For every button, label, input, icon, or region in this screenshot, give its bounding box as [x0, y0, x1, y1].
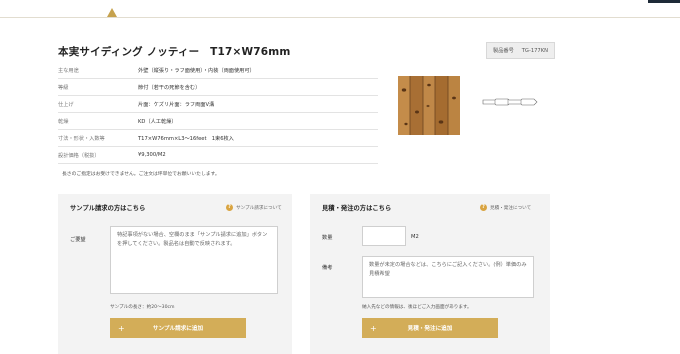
spec-key: 主な用途 — [58, 67, 79, 74]
product-code-badge: 製品番号 TG-177KN — [486, 42, 556, 59]
quote-info-link[interactable]: ? 見積・発注について — [480, 204, 531, 211]
spec-row: 乾燥 KD（人工乾燥） — [58, 113, 378, 130]
remarks-label: 備考 — [322, 265, 333, 271]
spec-key: 設計価格（税抜） — [58, 152, 100, 159]
question-circle-icon: ? — [226, 204, 233, 211]
sample-size-note: サンプルの長さ：約20～30cm — [110, 305, 175, 310]
spec-value: 節付（若干の死節を含む） — [138, 84, 201, 91]
spec-value: KD（人工乾燥） — [138, 118, 177, 125]
quantity-input[interactable] — [362, 226, 406, 246]
nav-divider — [0, 17, 680, 18]
spec-key: 寸法・形状・入数等 — [58, 135, 105, 142]
spec-row: 等級 節付（若干の死節を含む） — [58, 79, 378, 96]
note-text: 長さのご指定はお受けできません。ご注文は坪単位でお願いいたします。 — [62, 172, 220, 177]
plus-icon: + — [118, 323, 125, 333]
product-wood-image[interactable] — [398, 76, 460, 135]
spec-key: 仕上げ — [58, 101, 74, 108]
product-title: 本実サイディング ノッティー T17×W76mm — [58, 46, 291, 58]
quote-order-panel: 見積・発注の方はこちら ? 見積・発注について 数量 M2 備考 数量が未定の場… — [310, 194, 550, 354]
product-code-label: 製品番号 — [493, 48, 514, 54]
sample-request-textarea[interactable]: 特記事項がない場合、空欄のまま「サンプル請求に追加」ボタンを押してください。製品… — [110, 226, 278, 294]
spec-value: T17×W76mm×L3～16feet 1束6枚入 — [138, 135, 234, 142]
top-navigation-bar — [0, 0, 680, 18]
spec-key: 等級 — [58, 84, 69, 91]
sample-heading: サンプル請求の方はこちら — [70, 205, 146, 212]
plus-icon: + — [370, 323, 377, 333]
product-code-value: TG-177KN — [521, 47, 549, 54]
spec-value: ¥9,300/M2 — [138, 152, 166, 158]
profile-diagram — [482, 98, 538, 106]
spec-row: 仕上げ 片面：ケズリ片面：ラフ両面V溝 — [58, 96, 378, 113]
add-sample-button[interactable]: + サンプル請求に追加 — [110, 318, 246, 338]
request-field-label: ご要望 — [70, 237, 86, 243]
spec-row: 設計価格（税抜） ¥9,300/M2 — [58, 147, 378, 164]
spec-table: 主な用途 外壁（縦張り・ラフ面使用）・内装（両面使用可） 等級 節付（若干の死節… — [58, 62, 378, 164]
header-corner-bar — [648, 0, 680, 3]
quote-info-link-label: 見積・発注について — [490, 205, 532, 211]
spec-row: 寸法・形状・入数等 T17×W76mm×L3～16feet 1束6枚入 — [58, 130, 378, 147]
sample-info-link[interactable]: ? サンプル請求について — [226, 204, 282, 211]
add-quote-button-label: 見積・発注に追加 — [407, 326, 453, 332]
order-note: 長さのご指定はお受けできません。ご注文は坪単位でお願いいたします。 — [58, 170, 220, 177]
spec-value: 片面：ケズリ片面：ラフ両面V溝 — [138, 101, 215, 108]
question-circle-icon: ? — [480, 204, 487, 211]
quote-heading: 見積・発注の方はこちら — [322, 205, 392, 212]
spec-row: 主な用途 外壁（縦張り・ラフ面使用）・内装（両面使用可） — [58, 62, 378, 79]
sample-info-link-label: サンプル請求について — [236, 205, 282, 211]
add-sample-button-label: サンプル請求に追加 — [152, 326, 204, 332]
add-quote-button[interactable]: + 見積・発注に追加 — [362, 318, 498, 338]
spec-key: 乾燥 — [58, 118, 69, 125]
tab-indicator-icon — [107, 8, 117, 17]
delivery-info-hint: 納入先などの情報は、後ほどご入力画面があります。 — [362, 305, 472, 310]
spec-value: 外壁（縦張り・ラフ面使用）・内装（両面使用可） — [138, 67, 255, 74]
sample-request-panel: サンプル請求の方はこちら ? サンプル請求について ご要望 特記事項がない場合、… — [58, 194, 292, 354]
quantity-label: 数量 — [322, 235, 333, 241]
remarks-textarea[interactable]: 数量が未定の場合などは、こちらにご記入ください。(例）単価のみ見積希望 — [362, 256, 534, 298]
quantity-unit: M2 — [411, 234, 419, 240]
